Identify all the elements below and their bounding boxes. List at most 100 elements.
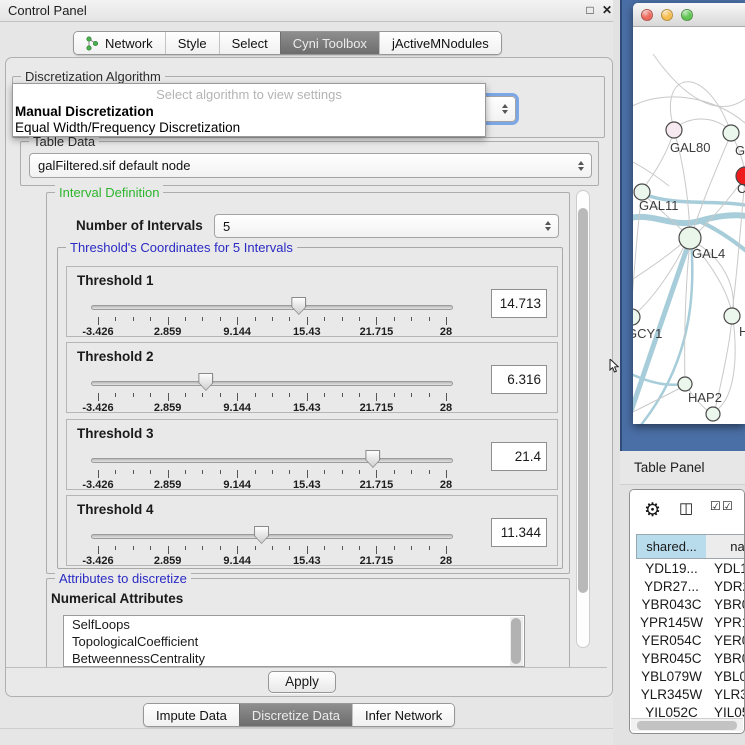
threshold-label: Threshold 1 <box>77 273 154 288</box>
threshold-slider[interactable]: -3.4262.8599.14415.4321.71528 <box>91 446 453 490</box>
tab-select[interactable]: Select <box>219 32 280 54</box>
cell-name[interactable]: YPR145W <box>710 614 745 632</box>
table-row[interactable]: YBR045CYBR045C <box>636 650 745 668</box>
slider-track[interactable] <box>91 305 453 310</box>
tick-label: 28 <box>440 479 452 491</box>
table-row[interactable]: YDR27...YDR27 <box>636 578 745 596</box>
threshold-slider[interactable]: -3.4262.8599.14415.4321.71528 <box>91 293 453 337</box>
threshold-value-field[interactable]: 14.713 <box>491 289 547 318</box>
cell-shared-name[interactable]: YDR27... <box>636 578 707 596</box>
threshold-value-field[interactable]: 6.316 <box>491 365 547 394</box>
table-data-combo[interactable]: galFiltered.sif default node <box>29 153 592 178</box>
checkbox-checked-icon[interactable]: ☑ <box>722 499 733 513</box>
tab-cyni-toolbox[interactable]: Cyni Toolbox <box>280 32 379 54</box>
attribute-item[interactable]: BetweennessCentrality <box>64 650 524 667</box>
float-window-icon[interactable]: □ <box>582 2 598 18</box>
gear-icon[interactable]: ⚙ <box>644 499 661 522</box>
popup-option-1[interactable]: Equal Width/Frequency Discretization <box>15 120 483 136</box>
cell-name[interactable]: YLR345W <box>710 686 745 704</box>
network-edge[interactable] <box>675 119 729 130</box>
threshold-panel: Threshold 4 -3.4262.8599.14415.4321.7152… <box>66 495 558 566</box>
table-horizontal-scrollbar[interactable] <box>631 718 743 731</box>
network-node[interactable] <box>724 308 740 324</box>
network-canvas[interactable]: GAL80GCGAL11GAL4GCY1HHAP2 <box>633 27 745 424</box>
apply-button[interactable]: Apply <box>268 671 336 693</box>
network-edge[interactable] <box>653 54 745 106</box>
network-edge[interactable] <box>670 82 730 130</box>
panel-scrollbar[interactable] <box>576 190 590 648</box>
threshold-value-field[interactable]: 11.344 <box>491 518 547 547</box>
interval-definition-group: Interval Definition Number of Intervals … <box>46 192 570 574</box>
slider-track[interactable] <box>91 534 453 539</box>
table-row[interactable]: YLR345WYLR345W <box>636 686 745 704</box>
network-node[interactable] <box>678 377 692 391</box>
network-edge[interactable] <box>633 97 745 123</box>
slider-handle[interactable] <box>254 526 269 544</box>
threshold-slider[interactable]: -3.4262.8599.14415.4321.71528 <box>91 522 453 566</box>
network-edge[interactable] <box>633 159 669 186</box>
tick-label: -3.426 <box>82 479 113 491</box>
network-node[interactable] <box>706 407 720 421</box>
table-row[interactable]: YER054CYER054C <box>636 632 745 650</box>
threshold-label: Threshold 2 <box>77 349 154 364</box>
checkbox-checked-icon[interactable]: ☑ <box>710 499 721 513</box>
threshold-panel: Threshold 3 -3.4262.8599.14415.4321.7152… <box>66 419 558 490</box>
bottom-tab-infer-network[interactable]: Infer Network <box>352 704 454 726</box>
zoom-traffic-light[interactable] <box>681 9 693 21</box>
close-traffic-light[interactable] <box>641 9 653 21</box>
cell-shared-name[interactable]: YDL19... <box>636 560 707 578</box>
popup-option-0[interactable]: Manual Discretization <box>15 104 483 120</box>
network-node[interactable] <box>723 125 739 141</box>
cell-name[interactable]: YDL19 <box>710 560 745 578</box>
cell-shared-name[interactable]: YBR043C <box>636 596 707 614</box>
num-intervals-combo[interactable]: 5 <box>214 214 559 238</box>
cell-name[interactable]: YBR043C <box>710 596 745 614</box>
threshold-value-field[interactable]: 21.4 <box>491 442 547 471</box>
cell-shared-name[interactable]: YBR045C <box>636 650 707 668</box>
cell-name[interactable]: YDR27 <box>710 578 745 596</box>
panel-scrollbar-thumb[interactable] <box>578 208 588 593</box>
split-view-icon[interactable]: ◫ <box>679 499 693 517</box>
num-intervals-label: Number of Intervals <box>76 218 203 233</box>
node-label: GAL4 <box>692 246 725 261</box>
network-node[interactable] <box>666 122 682 138</box>
table-row[interactable]: YPR145WYPR145W <box>636 614 745 632</box>
slider-handle[interactable] <box>365 450 380 468</box>
tab-jactivemnodules[interactable]: jActiveMNodules <box>379 32 501 54</box>
attribute-item[interactable]: TopologicalCoefficient <box>64 633 524 650</box>
table-row[interactable]: YBL079WYBL079W <box>636 668 745 686</box>
cell-shared-name[interactable]: YPR145W <box>636 614 707 632</box>
tick-label: 21.715 <box>360 555 394 567</box>
column-header-name[interactable]: name <box>706 534 745 559</box>
cell-name[interactable]: YBR045C <box>710 650 745 668</box>
list-scrollbar[interactable] <box>510 617 523 666</box>
cell-shared-name[interactable]: YBL079W <box>636 668 707 686</box>
cell-shared-name[interactable]: YLR345W <box>636 686 707 704</box>
table-row[interactable]: YBR043CYBR043C <box>636 596 745 614</box>
cell-shared-name[interactable]: YER054C <box>636 632 707 650</box>
discretization-algorithm-title: Discretization Algorithm <box>21 69 165 84</box>
slider-track[interactable] <box>91 381 453 386</box>
cell-name[interactable]: YBL079W <box>710 668 745 686</box>
tick-label: 21.715 <box>360 479 394 491</box>
bottom-tab-impute-data[interactable]: Impute Data <box>144 704 239 726</box>
slider-track[interactable] <box>91 458 453 463</box>
tick-label: 28 <box>440 326 452 338</box>
slider-handle[interactable] <box>291 297 306 315</box>
table-row[interactable]: YDL19...YDL19 <box>636 560 745 578</box>
control-panel-titlebar: Control Panel □ ✕ <box>0 0 614 22</box>
network-window-titlebar[interactable] <box>633 3 745 27</box>
minimize-traffic-light[interactable] <box>661 9 673 21</box>
bottom-tab-discretize-data[interactable]: Discretize Data <box>239 704 352 726</box>
network-node[interactable] <box>633 309 640 325</box>
tick-label: -3.426 <box>82 326 113 338</box>
threshold-slider[interactable]: -3.4262.8599.14415.4321.71528 <box>91 369 453 413</box>
slider-handle[interactable] <box>198 373 213 391</box>
hscroll-thumb[interactable] <box>637 721 737 730</box>
tab-style[interactable]: Style <box>165 32 219 54</box>
cell-name[interactable]: YER054C <box>710 632 745 650</box>
attribute-item[interactable]: SelfLoops <box>64 616 524 633</box>
column-header-shared-name[interactable]: shared... <box>636 534 707 559</box>
tab-network[interactable]: Network <box>74 32 165 54</box>
numerical-attributes-list[interactable]: SelfLoopsTopologicalCoefficientBetweenne… <box>63 615 525 667</box>
